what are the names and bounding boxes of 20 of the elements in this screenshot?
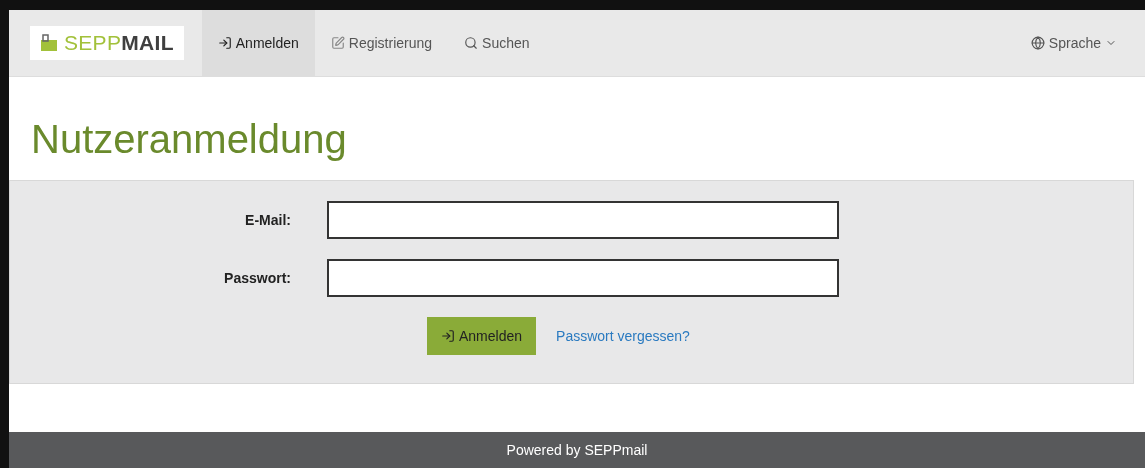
bag-icon: [40, 34, 58, 52]
input-field[interactable]: [327, 259, 839, 297]
logo-text: SEPPMAIL: [64, 31, 174, 55]
footer-text: Powered by SEPPmail: [506, 442, 648, 458]
field-label: Passwort:: [223, 270, 291, 286]
logo[interactable]: SEPPMAIL: [30, 26, 184, 60]
page-title: Nutzeranmeldung: [31, 117, 348, 162]
input-field[interactable]: [327, 201, 839, 239]
nav-item[interactable]: Suchen: [448, 10, 546, 76]
nav-item[interactable]: Anmelden: [201, 10, 315, 76]
sign-in-icon: [217, 36, 232, 50]
language-menu[interactable]: Sprache: [1030, 35, 1117, 51]
sign-in-icon: [441, 329, 455, 343]
field-label: E-Mail:: [244, 212, 291, 228]
nav-item[interactable]: Registrierung: [314, 10, 449, 76]
globe-icon: [1030, 36, 1045, 50]
search-icon: [464, 36, 479, 50]
forgot-password-link[interactable]: Passwort vergessen?: [556, 328, 690, 344]
login-button[interactable]: Anmelden: [427, 317, 537, 355]
edit-icon: [330, 36, 345, 50]
